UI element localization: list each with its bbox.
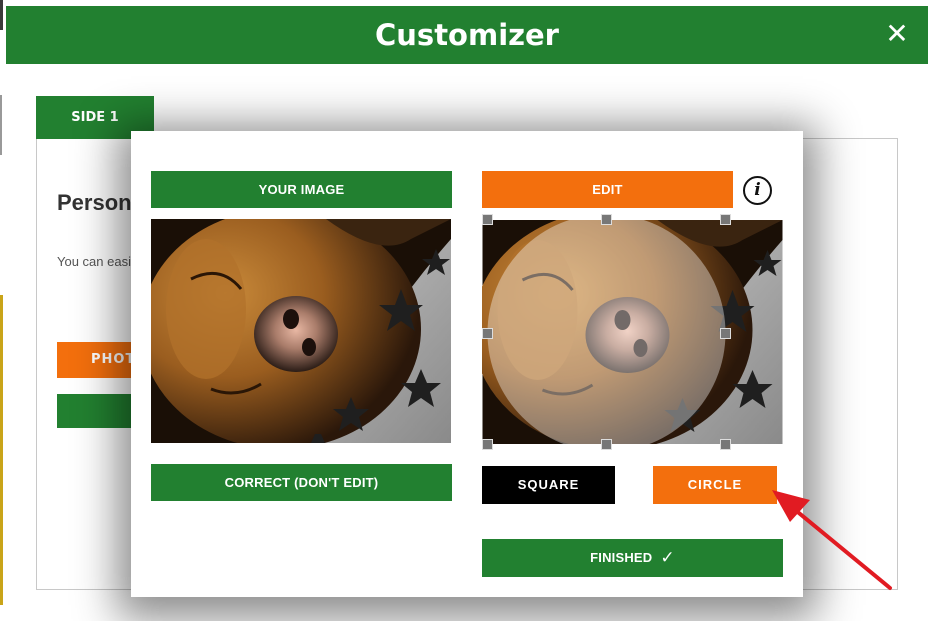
close-icon[interactable]: ✕ [884, 20, 910, 48]
edit-button[interactable]: EDIT [482, 171, 733, 208]
background-photo-button[interactable]: PHOTO [57, 342, 137, 378]
page-title: Customizer [375, 18, 559, 52]
edge-mark [0, 295, 3, 605]
circle-crop-mask [487, 220, 726, 444]
background-heading: Personalised golf balls here [57, 190, 137, 215]
finished-label: FINISHED [590, 550, 653, 565]
square-crop-button[interactable]: SQUARE [482, 466, 615, 504]
info-icon[interactable]: i [743, 176, 772, 205]
finished-button[interactable]: FINISHED ✓ [482, 539, 783, 577]
dog-photo-image [151, 219, 451, 443]
checkmark-icon: ✓ [660, 548, 675, 567]
edit-image-modal: YOUR IMAGE EDIT i CORRECT (DON'T EDIT) S… [131, 131, 803, 597]
background-text: You can easily personalise golf balls be… [57, 254, 137, 269]
customizer-header: Customizer ✕ [6, 6, 928, 64]
edge-mark [0, 95, 2, 155]
your-image-button[interactable]: YOUR IMAGE [151, 171, 452, 208]
edge-mark [0, 0, 3, 30]
circle-crop-button[interactable]: CIRCLE [653, 466, 777, 504]
correct-dont-edit-button[interactable]: CORRECT (DON'T EDIT) [151, 464, 452, 501]
background-green-button[interactable] [57, 394, 137, 428]
editable-photo[interactable] [482, 220, 783, 444]
original-photo [151, 219, 451, 443]
dog-photo-image [482, 220, 783, 444]
left-edge [0, 0, 5, 621]
